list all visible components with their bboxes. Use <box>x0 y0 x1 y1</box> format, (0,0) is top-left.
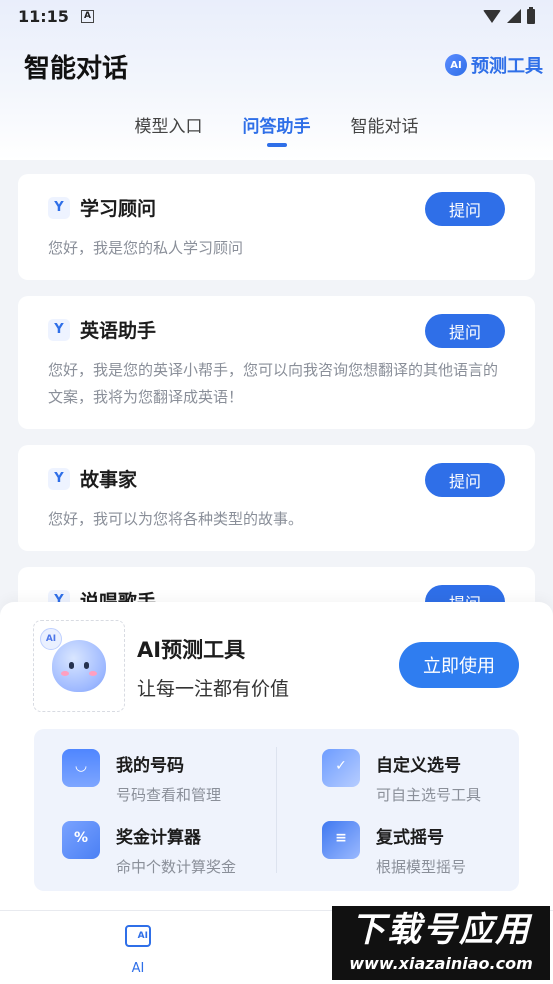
assistant-icon: Y <box>48 318 70 341</box>
wifi-icon <box>483 9 501 23</box>
feature-desc: 号码查看和管理 <box>116 786 222 804</box>
status-icons <box>483 6 535 24</box>
card-description: 您好，我是您的英译小帮手，您可以向我咨询您想翻译的其他语言的文案，我将为您翻译成… <box>48 361 499 406</box>
assistant-list: Y 学习顾问 提问 您好，我是您的私人学习顾问 Y 英语助手 提问 您好，我是您… <box>18 174 535 662</box>
tab-smart-chat[interactable]: 智能对话 <box>351 112 419 147</box>
tab-bar: 模型入口 问答助手 智能对话 <box>0 112 553 147</box>
feature-name: 自定义选号 <box>376 756 461 776</box>
assistant-card[interactable]: Y 英语助手 提问 您好，我是您的英译小帮手，您可以向我咨询您想翻译的其他语言的… <box>18 296 535 429</box>
user-icon: ◡ <box>62 749 100 787</box>
ai-chat-icon: AI <box>125 925 151 947</box>
tab-qa-assistant[interactable]: 问答助手 <box>243 112 311 147</box>
promo-subtitle: 让每一注都有价值 <box>137 678 290 700</box>
assistant-icon: Y <box>48 196 70 219</box>
card-description: 您好，我可以为您将各种类型的故事。 <box>48 510 304 528</box>
feature-divider <box>276 747 277 873</box>
ask-button[interactable]: 提问 <box>425 314 505 348</box>
watermark-main: 下载号应用 <box>351 910 531 950</box>
card-title: 英语助手 <box>80 320 157 342</box>
calculator-icon: % <box>62 821 100 859</box>
assistant-card[interactable]: Y 学习顾问 提问 您好，我是您的私人学习顾问 <box>18 174 535 280</box>
card-description: 您好，我是您的私人学习顾问 <box>48 239 244 257</box>
ask-button[interactable]: 提问 <box>425 192 505 226</box>
feature-my-numbers[interactable]: ◡ 我的号码 号码查看和管理 <box>62 749 221 805</box>
nav-item-label: AI <box>131 961 145 976</box>
signal-icon <box>507 9 521 23</box>
feature-name: 我的号码 <box>116 756 184 776</box>
watermark: 下载号应用 www.xiazainiao.com <box>332 906 550 980</box>
assistant-icon: Y <box>48 467 70 490</box>
ask-button[interactable]: 提问 <box>425 463 505 497</box>
feature-desc: 可自主选号工具 <box>376 786 482 804</box>
mascot-icon: AI <box>40 628 106 692</box>
ai-predict-promo-panel: AI AI预测工具 让每一注都有价值 立即使用 ◡ 我的号码 号码查看和管理 ✓… <box>0 602 553 910</box>
feature-grid: ◡ 我的号码 号码查看和管理 ✓ 自定义选号 可自主选号工具 % 奖金计算器 命… <box>34 729 519 891</box>
predict-tool-link[interactable]: AI 预测工具 <box>445 52 543 78</box>
notification-icon: A <box>80 9 94 23</box>
status-bar: 11:15 A <box>0 0 553 32</box>
feature-custom-pick[interactable]: ✓ 自定义选号 可自主选号工具 <box>322 749 481 805</box>
ai-badge-icon: AI <box>445 54 467 76</box>
mascot-ai-tag: AI <box>40 628 62 650</box>
use-now-button[interactable]: 立即使用 <box>399 642 519 688</box>
feature-prize-calculator[interactable]: % 奖金计算器 命中个数计算奖金 <box>62 821 236 877</box>
status-time: 11:15 <box>18 6 69 26</box>
feature-desc: 根据模型摇号 <box>376 858 467 876</box>
assistant-card[interactable]: Y 故事家 提问 您好，我可以为您将各种类型的故事。 <box>18 445 535 551</box>
battery-icon <box>527 6 535 24</box>
mascot-frame: AI <box>33 620 125 712</box>
document-icon: ≡ <box>322 821 360 859</box>
promo-title: AI预测工具 <box>137 638 246 662</box>
predict-tool-label: 预测工具 <box>471 56 543 77</box>
folder-check-icon: ✓ <box>322 749 360 787</box>
watermark-sub: www.xiazainiao.com <box>349 954 533 973</box>
nav-item-ai[interactable]: AI AI <box>118 925 158 976</box>
page-title: 智能对话 <box>24 54 129 84</box>
card-title: 学习顾问 <box>80 198 157 220</box>
feature-desc: 命中个数计算奖金 <box>116 858 237 876</box>
feature-name: 复式摇号 <box>376 828 444 848</box>
tab-model-entry[interactable]: 模型入口 <box>135 112 203 147</box>
feature-compound-draw[interactable]: ≡ 复式摇号 根据模型摇号 <box>322 821 466 877</box>
card-title: 故事家 <box>80 469 138 491</box>
feature-name: 奖金计算器 <box>116 828 201 848</box>
